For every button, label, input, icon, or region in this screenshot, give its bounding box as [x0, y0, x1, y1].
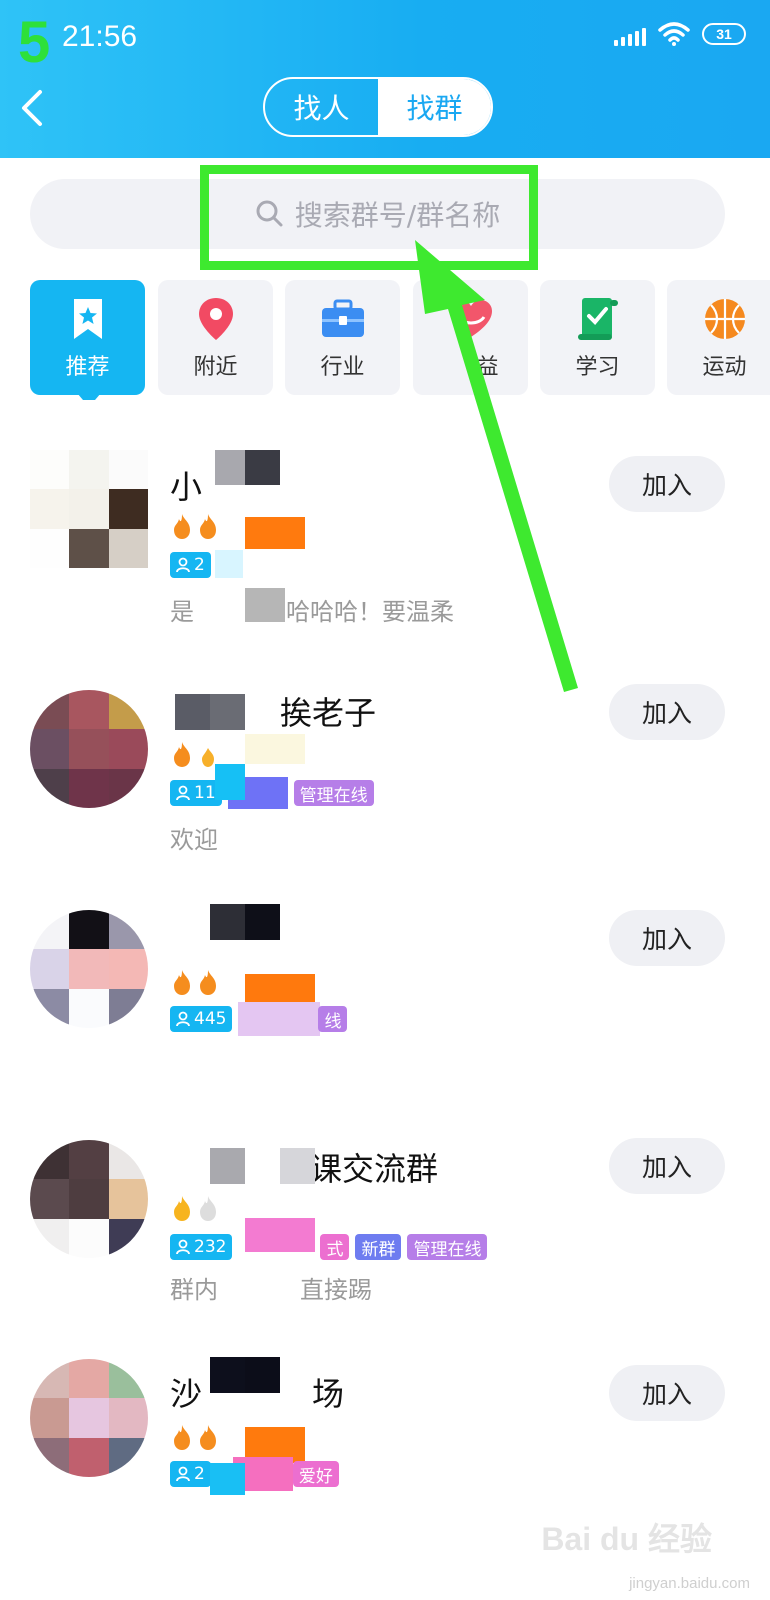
screen: 21:56 31 找人 找群 5 搜索群号/群名称 推荐 附近 行业 益 学习 …	[0, 0, 770, 1600]
watermark-url: jingyan.baidu.com	[629, 1575, 750, 1592]
watermark-logo: Bai du 经验	[541, 1521, 712, 1557]
annotation-arrow-icon	[415, 240, 578, 692]
